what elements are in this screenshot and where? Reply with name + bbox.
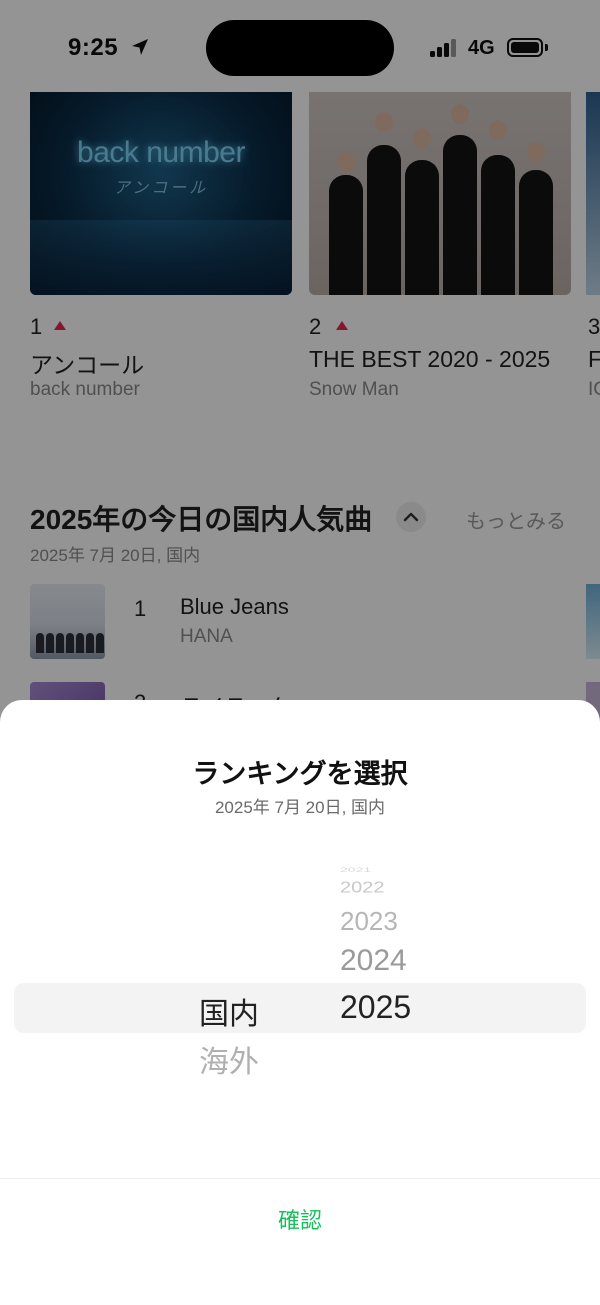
year-option[interactable]: 2024: [340, 944, 407, 978]
sheet-subtitle: 2025年 7月 20日, 国内: [214, 798, 386, 817]
region-option-selected[interactable]: 国内: [199, 989, 259, 1033]
confirm-button[interactable]: 確認: [0, 1203, 600, 1235]
year-option-selected[interactable]: 2025: [340, 989, 411, 1026]
year-option[interactable]: 2023: [340, 906, 398, 937]
region-option[interactable]: 海外: [199, 1037, 259, 1081]
picker-selection-highlight: [14, 983, 586, 1033]
year-option[interactable]: 2021: [340, 866, 371, 873]
year-option[interactable]: 2022: [340, 879, 385, 897]
sheet-title: ランキングを選択: [192, 759, 408, 789]
sheet-divider: [0, 1178, 600, 1179]
ranking-picker-sheet: ランキングを選択 2025年 7月 20日, 国内 国内 海外 2021 202…: [0, 700, 600, 1305]
